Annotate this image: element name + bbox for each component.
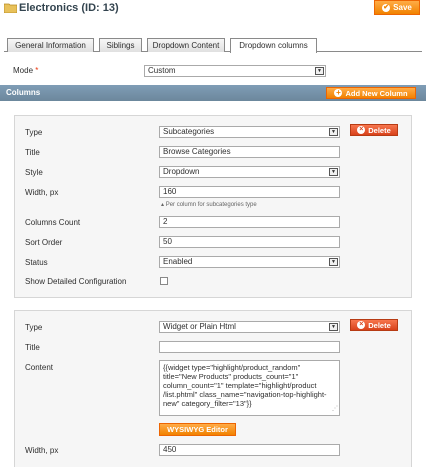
type-select[interactable]: Subcategories ▼	[159, 126, 340, 138]
chevron-down-icon: ▼	[329, 128, 338, 136]
chevron-down-icon: ▼	[329, 323, 338, 331]
content-label: Content	[25, 363, 54, 372]
page-header: Electronics (ID: 13) ✔ Save	[0, 0, 426, 18]
delete-column-button[interactable]: × Delete	[350, 124, 398, 136]
width-input-value: 160	[163, 187, 177, 196]
tab-label: Dropdown Content	[152, 41, 220, 50]
page-title: Electronics (ID: 13)	[19, 2, 119, 14]
tab-siblings[interactable]: Siblings	[99, 38, 142, 52]
width-input[interactable]: 450	[159, 444, 340, 456]
type-select-value: Widget or Plain Html	[163, 322, 236, 331]
style-label: Style	[25, 168, 43, 177]
add-new-column-button[interactable]: + Add New Column	[326, 87, 416, 99]
column-panel-1: Type Subcategories ▼ × Delete Title Brow…	[14, 115, 412, 298]
status-select[interactable]: Enabled ▼	[159, 256, 340, 268]
mode-select[interactable]: Custom ▼	[144, 65, 326, 77]
mode-select-value: Custom	[148, 66, 176, 75]
title-input[interactable]: Browse Categories	[159, 146, 340, 158]
style-select-value: Dropdown	[163, 167, 200, 176]
title-input-value: Browse Categories	[163, 147, 231, 156]
wysiwyg-editor-button[interactable]: WYSIWYG Editor	[159, 423, 236, 436]
title-label: Title	[25, 148, 40, 157]
delete-label: Delete	[368, 125, 391, 135]
section-title: Columns	[6, 88, 41, 97]
type-label: Type	[25, 323, 43, 332]
show-detailed-checkbox[interactable]	[160, 277, 168, 285]
content-value: {{widget type="highlight/product_random"…	[163, 363, 327, 408]
tab-label: Dropdown columns	[239, 41, 308, 50]
save-button[interactable]: ✔ Save	[374, 0, 420, 15]
save-button-label: Save	[393, 3, 412, 12]
resize-handle-icon[interactable]: ⋰	[332, 405, 338, 414]
tab-dropdown-content[interactable]: Dropdown Content	[147, 38, 225, 52]
sort-order-input[interactable]: 50	[159, 236, 340, 248]
close-icon: ×	[357, 321, 366, 329]
content-textarea[interactable]: {{widget type="highlight/product_random"…	[159, 360, 340, 416]
columns-section-header: Columns + Add New Column	[0, 85, 426, 101]
width-note-text: Per column for subcategories type	[165, 202, 257, 208]
width-input[interactable]: 160	[159, 186, 340, 198]
folder-icon	[4, 3, 17, 13]
wysiwyg-label: WYSIWYG Editor	[167, 425, 228, 434]
type-select-value: Subcategories	[163, 127, 215, 136]
type-label: Type	[25, 128, 43, 137]
delete-label: Delete	[368, 320, 391, 330]
columns-count-input[interactable]: 2	[159, 216, 340, 228]
sort-order-value: 50	[163, 237, 172, 246]
chevron-down-icon: ▼	[329, 168, 338, 176]
style-select[interactable]: Dropdown ▼	[159, 166, 340, 178]
tab-general-information[interactable]: General Information	[7, 38, 94, 52]
check-icon: ✔	[382, 3, 391, 12]
mode-label-text: Mode	[13, 66, 34, 75]
plus-icon: +	[334, 88, 343, 97]
type-select[interactable]: Widget or Plain Html ▼	[159, 321, 340, 333]
tab-label: Siblings	[106, 41, 135, 50]
tab-dropdown-columns[interactable]: Dropdown columns	[230, 38, 317, 53]
sort-order-label: Sort Order	[25, 238, 63, 247]
mode-label: Mode *	[13, 66, 38, 75]
columns-count-value: 2	[163, 217, 168, 226]
add-new-column-label: Add New Column	[345, 88, 408, 98]
title-input[interactable]	[159, 341, 340, 353]
chevron-down-icon: ▼	[329, 258, 338, 266]
status-label: Status	[25, 258, 48, 267]
width-note: ▴ Per column for subcategories type	[161, 202, 257, 208]
status-select-value: Enabled	[163, 257, 193, 266]
close-icon: ×	[357, 126, 366, 134]
chevron-down-icon: ▼	[315, 67, 324, 75]
columns-count-label: Columns Count	[25, 218, 81, 227]
show-detailed-label: Show Detailed Configuration	[25, 277, 127, 286]
tab-label: General Information	[15, 41, 86, 50]
column-panel-2: Type Widget or Plain Html ▼ × Delete Tit…	[14, 310, 412, 467]
tab-bar: General Information Siblings Dropdown Co…	[4, 38, 422, 53]
title-label: Title	[25, 343, 40, 352]
required-mark: *	[35, 66, 39, 75]
width-input-value: 450	[163, 445, 177, 454]
delete-column-button[interactable]: × Delete	[350, 319, 398, 331]
width-label: Width, px	[25, 188, 59, 197]
width-label: Width, px	[25, 446, 59, 455]
